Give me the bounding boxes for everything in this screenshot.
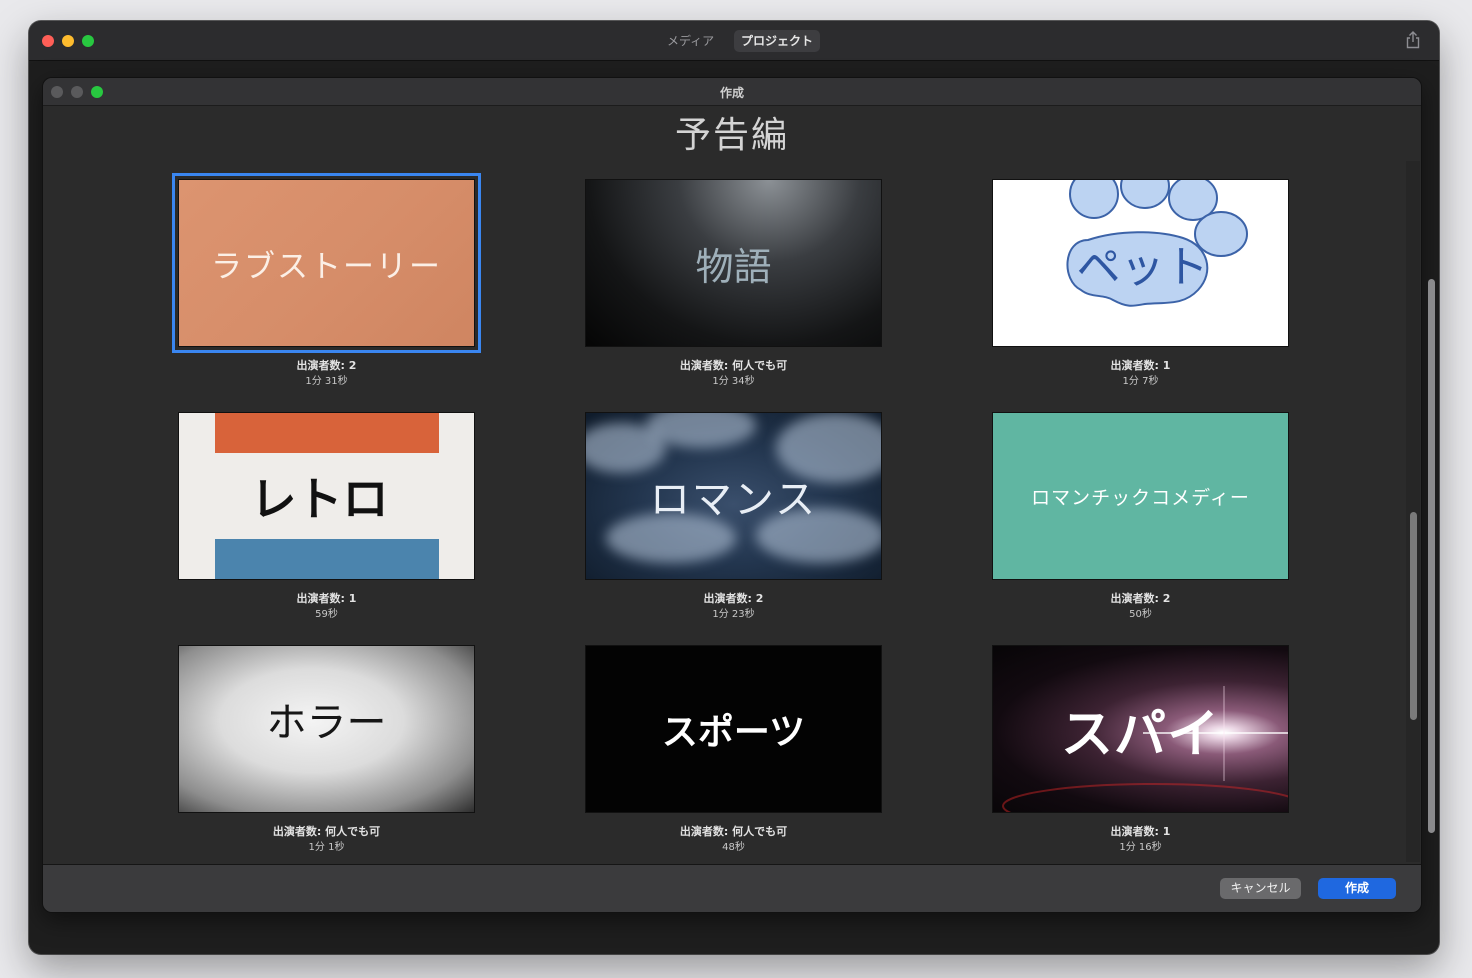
- trailer-thumbnail[interactable]: ペット: [992, 179, 1289, 347]
- trailer-thumbnail[interactable]: レトロ: [178, 412, 475, 580]
- outer-scrollbar-thumb[interactable]: [1428, 279, 1435, 833]
- trailer-thumbnail[interactable]: ラブストーリー: [178, 179, 475, 347]
- trailer-card-horror[interactable]: ホラー 出演者数: 何人でも可 1分 1秒: [178, 645, 475, 853]
- trailer-card-sports[interactable]: スポーツ 出演者数: 何人でも可 48秒: [585, 645, 882, 853]
- cast-count: 出演者数: 1: [1110, 825, 1171, 838]
- trailer-grid: ラブストーリー 出演者数: 2 1分 31秒 物語 出演者数: 何人でも可 1分…: [43, 78, 1421, 912]
- sheet-footer: キャンセル 作成: [43, 864, 1421, 912]
- cast-count: 出演者数: 2: [703, 592, 764, 605]
- trailer-card-romantic-comedy[interactable]: ロマンチックコメディー 出演者数: 2 50秒: [992, 412, 1289, 620]
- create-button[interactable]: 作成: [1318, 878, 1396, 899]
- cast-count: 出演者数: 1: [1110, 359, 1171, 372]
- trailer-thumbnail[interactable]: ロマンス: [585, 412, 882, 580]
- thumbnail-title: スポーツ: [661, 711, 806, 753]
- trailer-thumbnail[interactable]: ホラー: [178, 645, 475, 813]
- trailer-card-love-story[interactable]: ラブストーリー 出演者数: 2 1分 31秒: [178, 179, 475, 387]
- thumbnail-title: スパイ: [1060, 704, 1220, 765]
- thumbnail-title: ラブストーリー: [211, 248, 442, 285]
- minimize-window-button[interactable]: [62, 35, 74, 47]
- app-window: メディア プロジェクト 作成 予告編 ラブストーリー 出演者数: 2 1分 31…: [29, 21, 1439, 954]
- cast-count: 出演者数: 2: [296, 359, 357, 372]
- duration: 48秒: [722, 842, 745, 853]
- tab-media[interactable]: メディア: [660, 30, 721, 52]
- scrollbar-thumb[interactable]: [1410, 512, 1417, 720]
- thumbnail-title: ロマンチックコメディー: [1031, 486, 1250, 509]
- cast-count: 出演者数: 何人でも可: [272, 825, 381, 838]
- thumbnail-title: ホラー: [266, 700, 387, 746]
- share-icon[interactable]: [1405, 31, 1421, 49]
- zoom-window-button[interactable]: [82, 35, 94, 47]
- trailer-thumbnail[interactable]: スパイ: [992, 645, 1289, 813]
- thumbnail-title: レトロ: [250, 472, 389, 526]
- trailer-thumbnail[interactable]: ロマンチックコメディー: [992, 412, 1289, 580]
- tab-projects[interactable]: プロジェクト: [734, 30, 821, 52]
- cast-count: 出演者数: 2: [1110, 592, 1171, 605]
- thumbnail-title: ロマンス: [649, 477, 818, 523]
- duration: 1分 1秒: [308, 842, 345, 853]
- close-window-button[interactable]: [42, 35, 54, 47]
- thumbnail-title: 物語: [695, 244, 772, 289]
- app-titlebar: メディア プロジェクト: [29, 21, 1439, 61]
- duration: 1分 23秒: [712, 609, 755, 620]
- duration: 1分 34秒: [712, 376, 755, 387]
- cast-count: 出演者数: 何人でも可: [679, 825, 788, 838]
- create-sheet: 作成 予告編 ラブストーリー 出演者数: 2 1分 31秒 物語 出演者数: 何…: [43, 78, 1421, 912]
- duration: 1分 16秒: [1119, 842, 1162, 853]
- trailer-card-pet[interactable]: ペット 出演者数: 1 1分 7秒: [992, 179, 1289, 387]
- trailer-thumbnail[interactable]: スポーツ: [585, 645, 882, 813]
- cast-count: 出演者数: 1: [296, 592, 357, 605]
- duration: 50秒: [1129, 609, 1152, 620]
- trailer-card-spy[interactable]: スパイ 出演者数: 1 1分 16秒: [992, 645, 1289, 853]
- duration: 1分 7秒: [1122, 376, 1159, 387]
- duration: 1分 31秒: [305, 376, 348, 387]
- trailer-card-story[interactable]: 物語 出演者数: 何人でも可 1分 34秒: [585, 179, 882, 387]
- trailer-card-romance[interactable]: ロマンス 出演者数: 2 1分 23秒: [585, 412, 882, 620]
- thumbnail-title: ペット: [1076, 242, 1209, 293]
- trailer-thumbnail[interactable]: 物語: [585, 179, 882, 347]
- cast-count: 出演者数: 何人でも可: [679, 359, 788, 372]
- duration: 59秒: [315, 609, 338, 620]
- trailer-card-retro[interactable]: レトロ 出演者数: 1 59秒: [178, 412, 475, 620]
- cancel-button[interactable]: キャンセル: [1220, 878, 1301, 899]
